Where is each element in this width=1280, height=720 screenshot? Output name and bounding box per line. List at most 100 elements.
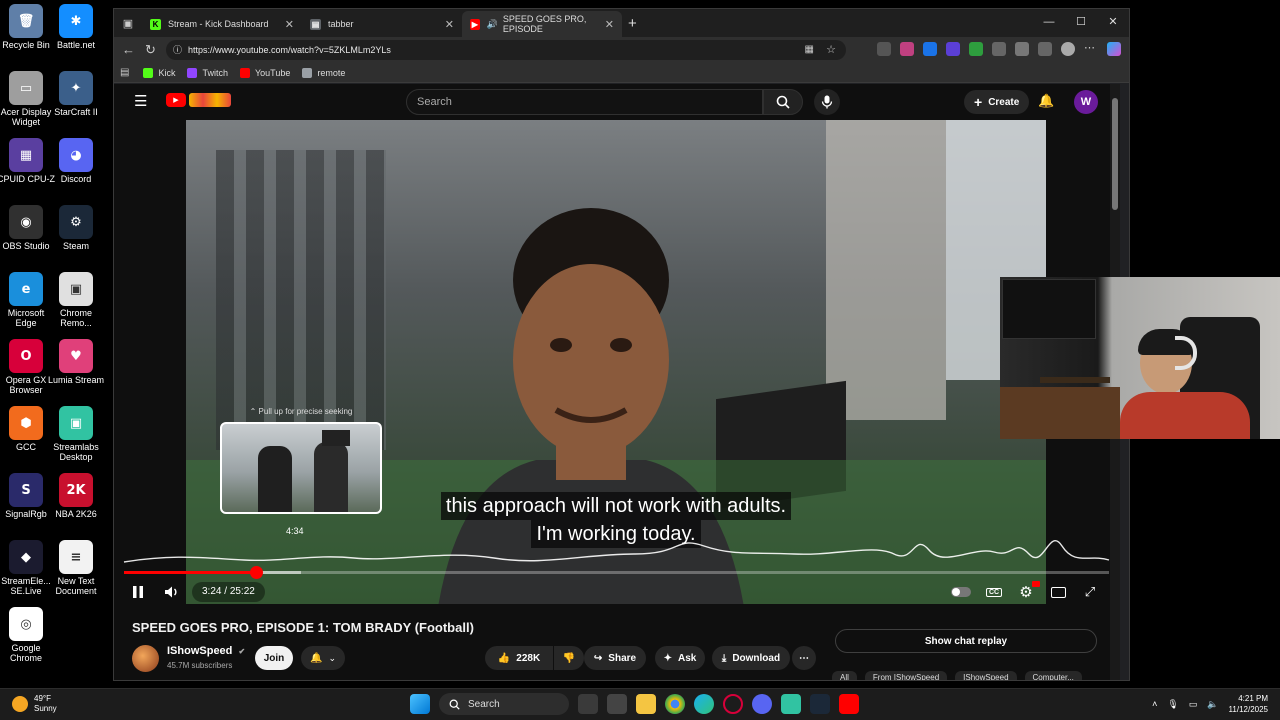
desktop-icon[interactable]: O Opera GX Browser <box>0 339 52 395</box>
desktop-icon[interactable]: ▭ Acer Display Widget <box>0 71 52 127</box>
back-icon[interactable]: ← <box>122 42 135 57</box>
desktop-icon[interactable]: ▣ Streamlabs Desktop <box>50 406 102 462</box>
close-tab-icon[interactable]: ✕ <box>285 18 294 31</box>
desktop-icon[interactable]: ◎ Google Chrome <box>0 607 52 663</box>
settings-button[interactable]: ⚙ <box>1015 579 1040 605</box>
favorites-icon[interactable] <box>1038 42 1052 56</box>
tab-youtube[interactable]: ▶ 🔊 SPEED GOES PRO, EPISODE ✕ <box>462 11 622 37</box>
notifications-bell-icon[interactable]: 🔔 <box>1038 93 1054 109</box>
close-window-icon[interactable]: ✕ <box>1097 9 1129 37</box>
copilot-icon[interactable] <box>1107 42 1121 56</box>
tab-actions-icon[interactable]: ▣ <box>114 17 142 30</box>
site-info-icon[interactable]: ⓘ <box>173 40 182 60</box>
file-explorer-icon[interactable] <box>636 694 656 714</box>
desktop-icon[interactable]: ✱ Battle.net <box>50 4 102 50</box>
desktop-icon[interactable]: ⬢ GCC <box>0 406 52 452</box>
video-player[interactable]: ⌃ Pull up for precise seeking 4:34 this … <box>186 120 1046 604</box>
more-menu-icon[interactable]: ⋯ <box>1084 42 1098 56</box>
create-button[interactable]: + Create <box>964 90 1030 114</box>
show-chat-replay-button[interactable]: Show chat replay <box>835 629 1097 653</box>
extensions-puzzle-icon[interactable] <box>992 42 1006 56</box>
desktop-icon[interactable]: ◉ OBS Studio <box>0 205 52 251</box>
extension-icon[interactable] <box>1015 42 1029 56</box>
opera-gx-icon[interactable] <box>723 694 743 714</box>
join-button[interactable]: Join <box>255 646 293 670</box>
desktop-icon[interactable]: S SignalRgb <box>0 473 52 519</box>
edge-icon[interactable] <box>694 694 714 714</box>
discord-icon[interactable] <box>752 694 772 714</box>
microphone-tray-icon[interactable]: 🎙 <box>1167 699 1178 710</box>
progress-scrubber[interactable] <box>249 566 263 579</box>
bookmark-remote[interactable]: remote <box>302 67 345 78</box>
dislike-button[interactable]: 👎 <box>554 646 584 670</box>
desktop-switcher-icon[interactable] <box>607 694 627 714</box>
taskbar-search[interactable]: Search <box>439 693 569 715</box>
autoplay-toggle[interactable] <box>950 579 972 605</box>
close-tab-icon[interactable]: ✕ <box>605 18 614 31</box>
bookmark-twitch[interactable]: Twitch <box>187 67 228 78</box>
profile-icon[interactable] <box>1061 42 1075 56</box>
extension-icon[interactable] <box>923 42 937 56</box>
desktop-icon[interactable]: ◆ StreamEle... SE.Live <box>0 540 52 596</box>
desktop-icon[interactable]: 2K NBA 2K26 <box>50 473 102 519</box>
desktop-icon[interactable]: ⚙ Steam <box>50 205 102 251</box>
extension-icon[interactable] <box>969 42 983 56</box>
like-button[interactable]: 👍 228K <box>485 646 553 670</box>
voice-search-button[interactable] <box>814 89 840 115</box>
channel-avatar[interactable] <box>132 645 159 672</box>
bookmark-youtube[interactable]: YouTube <box>239 67 290 78</box>
search-button[interactable] <box>763 89 803 115</box>
desktop-icon[interactable]: 🗑 Recycle Bin <box>0 4 52 50</box>
theater-mode-button[interactable] <box>1047 579 1069 605</box>
share-button[interactable]: ↪ Share <box>584 646 646 670</box>
volume-button[interactable] <box>160 579 184 605</box>
chrome-icon[interactable] <box>665 694 685 714</box>
bookmarks-icon[interactable]: ▤ <box>120 67 129 78</box>
subscription-bell-button[interactable]: 🔔 ⌄ <box>301 646 345 670</box>
desktop-icon[interactable]: ♥ Lumia Stream <box>48 339 104 385</box>
extension-icon[interactable] <box>877 42 891 56</box>
fullscreen-button[interactable]: ⤢ <box>1079 579 1101 605</box>
search-input[interactable]: Search <box>406 89 763 115</box>
tab-kick[interactable]: K Stream - Kick Dashboard ✕ <box>142 11 302 37</box>
tab-tabber[interactable]: ▤ tabber ✕ <box>302 11 462 37</box>
chevron-up-icon[interactable]: ˄ <box>1152 699 1157 709</box>
speaker-icon[interactable]: 🔊 <box>487 19 498 30</box>
chip-all[interactable]: All <box>832 671 857 680</box>
task-view-icon[interactable] <box>578 694 598 714</box>
desktop-icon[interactable]: ▣ Chrome Remo... <box>50 272 102 328</box>
more-actions-button[interactable]: ⋯ <box>792 646 816 670</box>
url-field[interactable]: ⓘ https://www.youtube.com/watch?v=5ZKLML… <box>166 40 846 60</box>
bookmark-kick[interactable]: Kick <box>143 67 175 78</box>
weather-widget[interactable]: 49°F Sunny <box>12 694 57 714</box>
menu-icon[interactable]: ☰ <box>134 92 147 110</box>
chip-channel[interactable]: IShowSpeed <box>955 671 1017 680</box>
star-icon[interactable]: ☆ <box>826 40 836 60</box>
start-windows-icon[interactable] <box>410 694 430 714</box>
progress-bar[interactable] <box>124 566 1109 579</box>
desktop-icon[interactable]: ▦ CPUID CPU-Z <box>0 138 55 184</box>
clock[interactable]: 4:21 PM 11/12/2025 <box>1229 693 1268 715</box>
desktop-icon[interactable]: e Microsoft Edge <box>0 272 52 328</box>
ask-button[interactable]: ✦ Ask <box>655 646 705 670</box>
close-tab-icon[interactable]: ✕ <box>445 18 454 31</box>
scrollbar-thumb[interactable] <box>1112 98 1118 210</box>
captions-button[interactable]: CC <box>983 579 1005 605</box>
youtube-app-icon[interactable] <box>839 694 859 714</box>
new-tab-button[interactable]: + <box>628 15 637 32</box>
network-icon[interactable]: ▭ <box>1189 699 1198 710</box>
pause-button[interactable] <box>126 579 150 605</box>
account-avatar[interactable]: W <box>1074 90 1098 114</box>
minimize-icon[interactable]: — <box>1033 9 1065 37</box>
desktop-icon[interactable]: ✦ StarCraft II <box>50 71 102 117</box>
extension-icon[interactable] <box>900 42 914 56</box>
channel-name[interactable]: IShowSpeed ✔ <box>167 645 245 657</box>
youtube-logo[interactable]: ▶ <box>166 93 231 107</box>
refresh-icon[interactable]: ↻ <box>145 42 156 58</box>
maximize-icon[interactable]: ☐ <box>1065 9 1097 37</box>
chip-computer[interactable]: Computer... <box>1024 671 1082 680</box>
speaker-tray-icon[interactable]: 🔈 <box>1207 699 1218 710</box>
desktop-icon[interactable]: ≡ New Text Document <box>50 540 102 596</box>
steam-icon[interactable] <box>810 694 830 714</box>
app-icon[interactable]: ▦ <box>805 40 814 60</box>
